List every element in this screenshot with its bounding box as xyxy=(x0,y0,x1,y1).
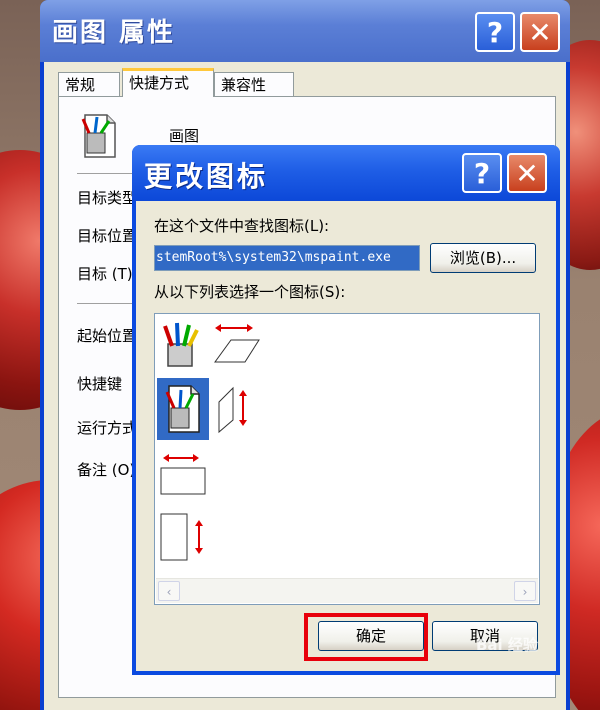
close-button[interactable]: ✕ xyxy=(507,153,547,193)
dialog-client: 在这个文件中查找图标(L): stemRoot%\system32\mspain… xyxy=(136,201,556,671)
scroll-right-icon[interactable]: › xyxy=(514,581,536,601)
horizontal-resize-icon xyxy=(214,324,260,363)
horizontal-resize-icon xyxy=(160,454,206,495)
vertical-resize-icon xyxy=(160,513,203,561)
help-button[interactable]: ? xyxy=(462,153,502,193)
paint-document-icon xyxy=(165,385,200,433)
icon-list-label: 从以下列表选择一个图标(S): xyxy=(154,283,346,301)
watermark-logo: Bai 经验 xyxy=(476,636,538,654)
browse-button[interactable]: 浏览(B)... xyxy=(430,243,536,273)
paint-app-icon xyxy=(81,114,116,158)
scroll-left-icon[interactable]: ‹ xyxy=(158,581,180,601)
label-target-type: 目标类型 xyxy=(77,189,138,207)
label-comment: 备注 (O) xyxy=(77,461,136,479)
app-name: 画图 xyxy=(169,127,200,145)
icon-option[interactable] xyxy=(159,320,203,368)
label-target-location: 目标位置 xyxy=(77,227,138,245)
tab-compatibility[interactable]: 兼容性 xyxy=(214,72,294,96)
vertical-resize-icon xyxy=(218,386,247,434)
dialog-title-bar[interactable]: 更改图标 ? ✕ xyxy=(132,145,560,201)
icon-option[interactable] xyxy=(157,508,209,564)
window-title: 画图 属性 xyxy=(52,18,176,48)
label-run: 运行方式 xyxy=(77,419,138,437)
icon-list[interactable]: ‹ › xyxy=(154,313,540,605)
label-target: 目标 (T) xyxy=(77,265,133,283)
label-shortcut-key: 快捷键 xyxy=(77,375,123,393)
tab-general[interactable]: 常规 xyxy=(58,72,120,96)
icon-option[interactable] xyxy=(213,382,253,436)
search-file-label: 在这个文件中查找图标(L): xyxy=(154,217,330,235)
change-icon-dialog: 更改图标 ? ✕ 在这个文件中查找图标(L): stemRoot%\system… xyxy=(132,145,560,675)
horizontal-scrollbar[interactable]: ‹ › xyxy=(156,578,538,603)
icon-option[interactable] xyxy=(157,448,209,498)
title-bar[interactable]: 画图 属性 ? ✕ xyxy=(40,0,570,62)
dialog-title: 更改图标 xyxy=(144,160,269,193)
file-path-input[interactable]: stemRoot%\system32\mspaint.exe xyxy=(154,245,420,271)
help-button[interactable]: ? xyxy=(475,12,515,52)
label-start-in: 起始位置 xyxy=(77,327,138,345)
tab-shortcut[interactable]: 快捷方式 xyxy=(122,68,214,97)
file-path-value: stemRoot%\system32\mspaint.exe xyxy=(155,246,419,270)
annotation-highlight-box xyxy=(304,613,428,661)
paint-brush-cup-icon xyxy=(163,322,199,367)
icon-option[interactable] xyxy=(211,320,263,368)
close-button[interactable]: ✕ xyxy=(520,12,560,52)
icon-option-selected[interactable] xyxy=(157,378,209,440)
